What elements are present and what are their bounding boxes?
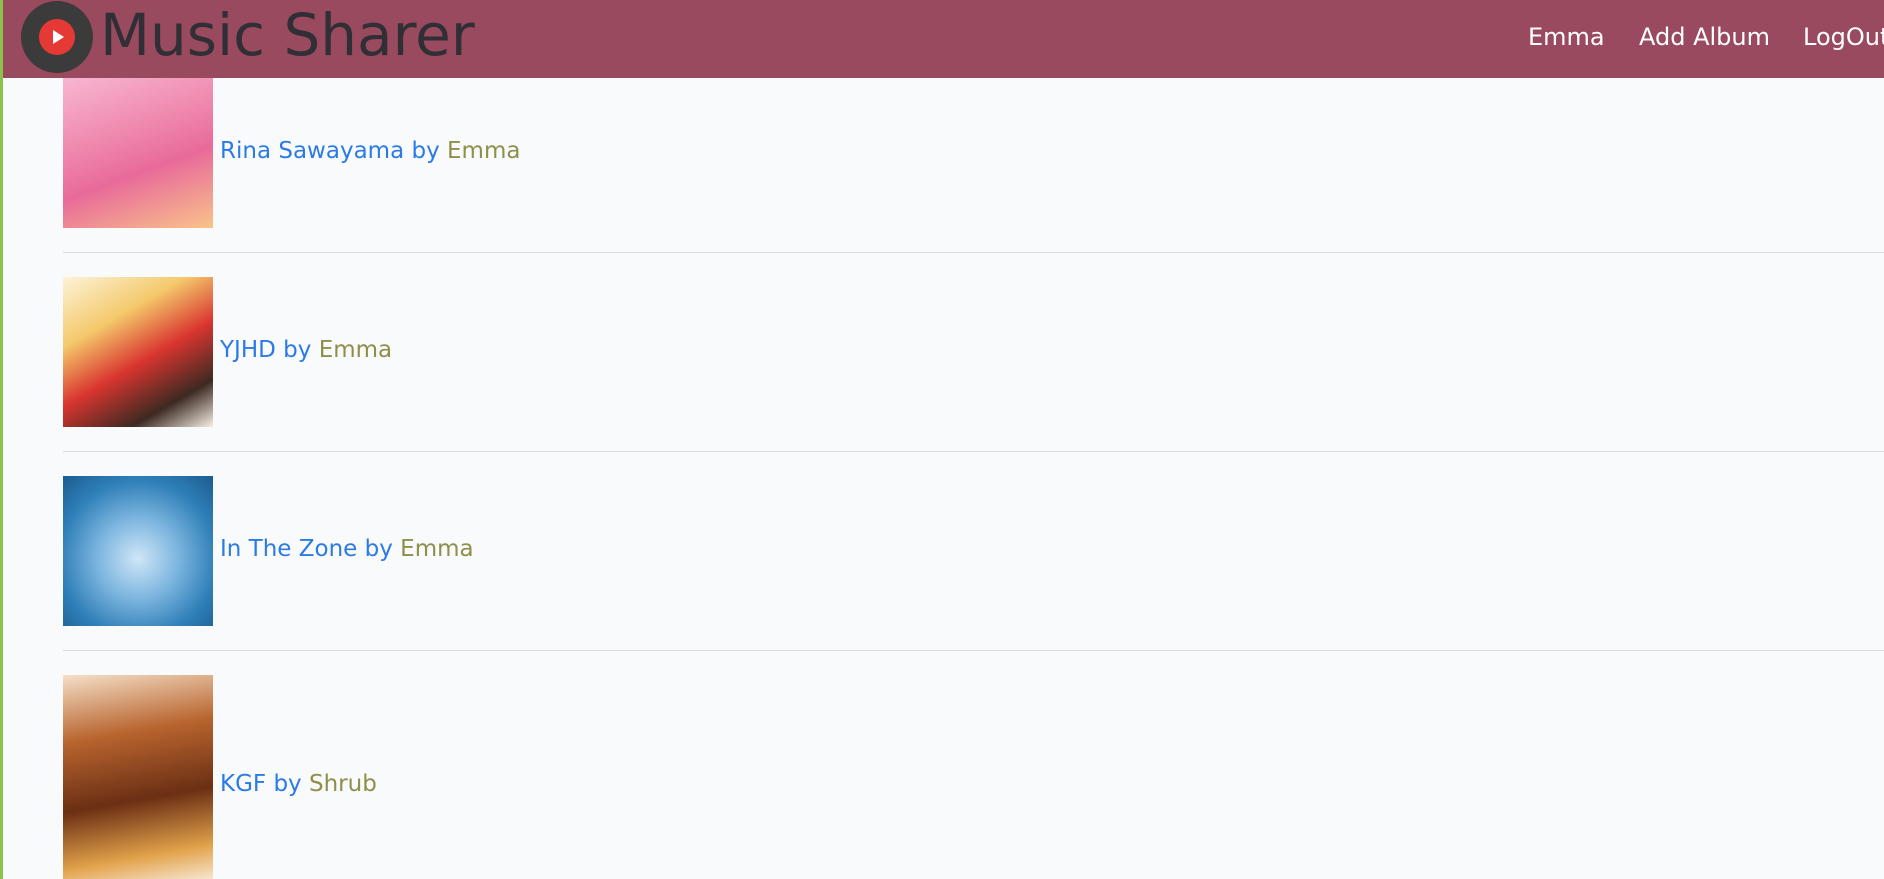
play-button-icon[interactable]	[21, 1, 93, 73]
album-title-link[interactable]: In The Zone	[220, 536, 357, 562]
album-title-link[interactable]: YJHD	[220, 337, 276, 363]
album-owner-link[interactable]: Shrub	[309, 771, 377, 797]
album-title-line: Rina Sawayama by Emma	[220, 137, 520, 165]
divider	[63, 451, 1884, 452]
page: Music Sharer Emma Add Album LogOut Rina …	[0, 0, 1884, 879]
by-label: by	[364, 536, 393, 562]
by-label: by	[411, 138, 440, 164]
album-owner-link[interactable]: Emma	[400, 536, 473, 562]
album-title-link[interactable]: Rina Sawayama	[220, 138, 404, 164]
album-list-item: In The Zone by Emma	[63, 476, 1884, 626]
by-label: by	[273, 771, 302, 797]
app-title[interactable]: Music Sharer	[100, 2, 475, 68]
album-list-item: KGF by Shrub	[63, 675, 1884, 879]
logout-link[interactable]: LogOut	[1803, 22, 1884, 52]
divider	[63, 252, 1884, 253]
navbar: Music Sharer Emma Add Album LogOut	[3, 0, 1884, 78]
album-title-line: KGF by Shrub	[220, 770, 377, 798]
album-list-item: YJHD by Emma	[63, 277, 1884, 427]
play-icon	[39, 19, 75, 55]
divider	[63, 650, 1884, 651]
album-cover-image[interactable]	[63, 675, 213, 879]
album-title-line: YJHD by Emma	[220, 336, 392, 364]
album-cover-image[interactable]	[63, 277, 213, 427]
by-label: by	[283, 337, 312, 363]
album-title-link[interactable]: KGF	[220, 771, 266, 797]
nav-user-link[interactable]: Emma	[1528, 22, 1605, 52]
album-list-item: Rina Sawayama by Emma	[63, 78, 1884, 228]
album-owner-link[interactable]: Emma	[319, 337, 392, 363]
add-album-link[interactable]: Add Album	[1639, 22, 1770, 52]
album-title-line: In The Zone by Emma	[220, 535, 474, 563]
album-owner-link[interactable]: Emma	[447, 138, 520, 164]
album-cover-image[interactable]	[63, 78, 213, 228]
album-cover-image[interactable]	[63, 476, 213, 626]
